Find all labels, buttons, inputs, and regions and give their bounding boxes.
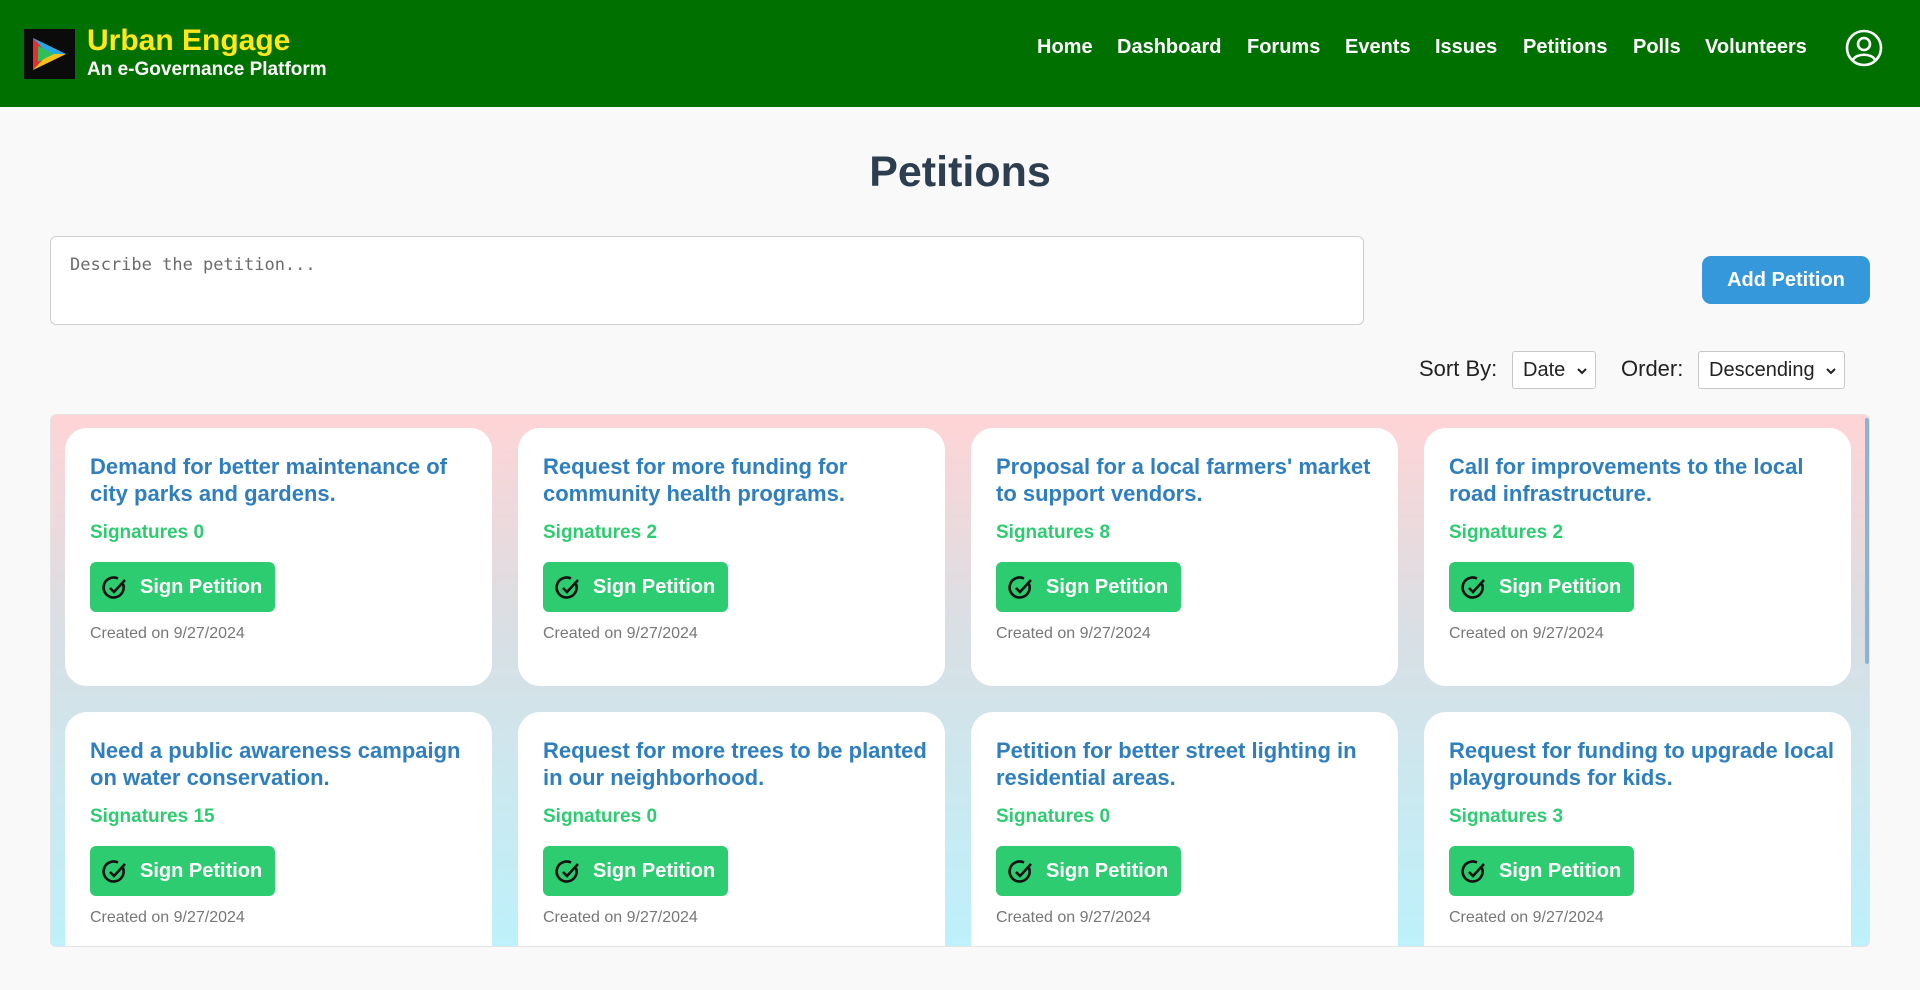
sign-petition-button[interactable]: Sign Petition (996, 846, 1181, 896)
add-petition-button[interactable]: Add Petition (1702, 256, 1870, 304)
petition-card: Proposal for a local farmers' market to … (971, 428, 1398, 686)
check-circle-icon (1008, 860, 1032, 883)
nav-dashboard[interactable]: Dashboard (1117, 36, 1221, 59)
created-date: Created on 9/27/2024 (90, 625, 245, 642)
signature-count: Signatures 2 (543, 522, 658, 543)
petition-card: Request for more funding for community h… (518, 428, 945, 686)
sort-by-value: Date (1523, 359, 1566, 381)
sign-petition-label: Sign Petition (1499, 860, 1622, 882)
user-circle-icon[interactable] (1845, 29, 1883, 67)
order-label: Order: (1621, 356, 1684, 381)
sign-petition-button[interactable]: Sign Petition (996, 562, 1181, 612)
petition-title: Call for improvements to the local road … (1449, 454, 1804, 506)
petition-card: Petition for better street lighting in r… (971, 712, 1398, 946)
check-circle-icon (102, 576, 126, 599)
nav-issues[interactable]: Issues (1435, 36, 1497, 59)
chevron-down-icon (1826, 368, 1836, 375)
nav-events[interactable]: Events (1345, 36, 1411, 59)
page-title: Petitions (869, 148, 1051, 196)
sign-petition-label: Sign Petition (1499, 576, 1622, 598)
check-circle-icon (1008, 576, 1032, 599)
signature-count: Signatures 0 (543, 806, 658, 827)
sign-petition-button[interactable]: Sign Petition (543, 846, 728, 896)
petition-card: Demand for better maintenance of city pa… (65, 428, 492, 686)
created-date: Created on 9/27/2024 (543, 909, 698, 926)
created-date: Created on 9/27/2024 (996, 909, 1151, 926)
signature-count: Signatures 0 (996, 806, 1111, 827)
petition-card: Request for funding to upgrade local pla… (1424, 712, 1851, 946)
petition-card: Request for more trees to be planted in … (518, 712, 945, 946)
sign-petition-button[interactable]: Sign Petition (1449, 846, 1634, 896)
nav-petitions[interactable]: Petitions (1523, 36, 1607, 59)
nav-polls[interactable]: Polls (1633, 36, 1681, 59)
created-date: Created on 9/27/2024 (1449, 909, 1604, 926)
signature-count: Signatures 2 (1449, 522, 1564, 543)
sort-by-label: Sort By: (1419, 356, 1498, 381)
nav-home[interactable]: Home (1037, 36, 1093, 59)
brand-subtitle: An e-Governance Platform (87, 59, 327, 80)
scrollbar-thumb[interactable] (1865, 418, 1869, 664)
petition-title: Proposal for a local farmers' market to … (996, 454, 1371, 506)
order-select[interactable]: Descending (1698, 351, 1845, 389)
sign-petition-label: Sign Petition (140, 576, 263, 598)
nav-forums[interactable]: Forums (1247, 36, 1320, 59)
signature-count: Signatures 15 (90, 806, 215, 827)
petition-title: Request for more trees to be planted in … (543, 738, 927, 790)
navbar: Urban Engage An e-Governance Platform Ho… (0, 0, 1920, 107)
sign-petition-button[interactable]: Sign Petition (90, 846, 275, 896)
check-circle-icon (1461, 576, 1485, 599)
check-circle-icon (555, 860, 579, 883)
created-date: Created on 9/27/2024 (543, 625, 698, 642)
petition-title: Need a public awareness campaign on wate… (90, 738, 461, 790)
sign-petition-button[interactable]: Sign Petition (543, 562, 728, 612)
petition-grid[interactable]: Demand for better maintenance of city pa… (50, 414, 1870, 947)
check-circle-icon (555, 576, 579, 599)
sign-petition-label: Sign Petition (593, 860, 716, 882)
nav-volunteers[interactable]: Volunteers (1705, 36, 1807, 59)
created-date: Created on 9/27/2024 (996, 625, 1151, 642)
sign-petition-label: Sign Petition (1046, 860, 1169, 882)
play-logo-icon[interactable] (24, 29, 75, 79)
petition-title: Petition for better street lighting in r… (996, 738, 1357, 790)
created-date: Created on 9/27/2024 (90, 909, 245, 926)
created-date: Created on 9/27/2024 (1449, 625, 1604, 642)
petition-description-input[interactable] (50, 236, 1364, 325)
brand-title[interactable]: Urban Engage (87, 24, 290, 58)
sign-petition-button[interactable]: Sign Petition (90, 562, 275, 612)
petition-card: Need a public awareness campaign on wate… (65, 712, 492, 946)
chevron-down-icon (1577, 368, 1587, 375)
petition-title: Request for more funding for community h… (543, 454, 848, 506)
petition-title: Demand for better maintenance of city pa… (90, 454, 447, 506)
sign-petition-label: Sign Petition (140, 860, 263, 882)
check-circle-icon (102, 860, 126, 883)
sort-by-select[interactable]: Date (1512, 351, 1596, 389)
signature-count: Signatures 8 (996, 522, 1111, 543)
petition-card: Call for improvements to the local road … (1424, 428, 1851, 686)
sign-petition-label: Sign Petition (593, 576, 716, 598)
sign-petition-label: Sign Petition (1046, 576, 1169, 598)
sign-petition-button[interactable]: Sign Petition (1449, 562, 1634, 612)
check-circle-icon (1461, 860, 1485, 883)
petition-title: Request for funding to upgrade local pla… (1449, 738, 1834, 790)
order-value: Descending (1709, 359, 1815, 381)
signature-count: Signatures 0 (90, 522, 205, 543)
signature-count: Signatures 3 (1449, 806, 1564, 827)
